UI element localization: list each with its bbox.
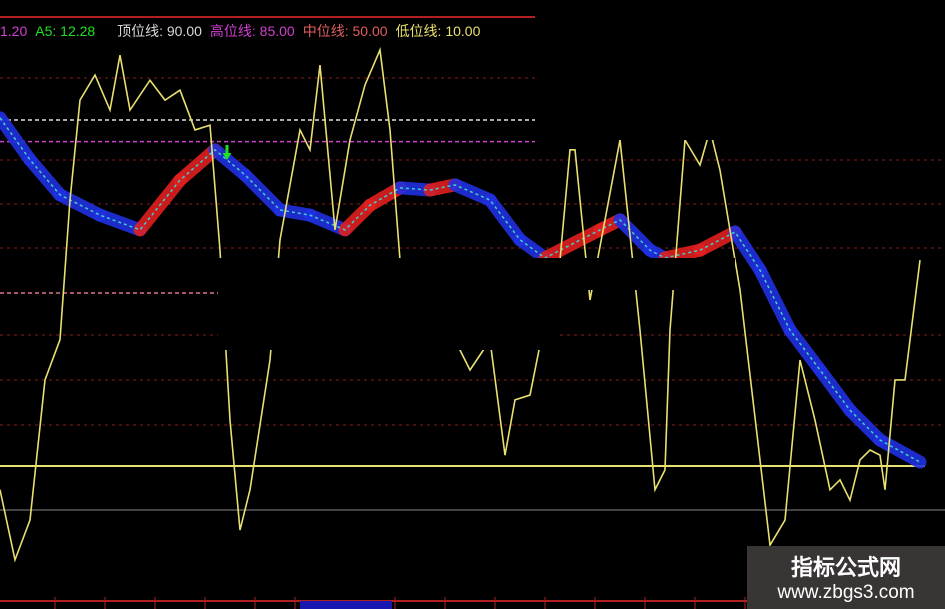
band-segment xyxy=(753,263,797,337)
indicator-legend: 1.20 A5: 12.28 顶位线: 90.00 高位线: 85.00 中位线: 5… xyxy=(0,21,488,41)
legend-high-line: 高位线: 85.00 xyxy=(209,23,295,39)
legend-a4: 1.20 xyxy=(0,23,28,39)
watermark-title: 指标公式网 xyxy=(790,556,901,581)
legend-top-line: 顶位线: 90.00 xyxy=(117,23,202,39)
band-segment xyxy=(813,363,857,417)
blank-region xyxy=(535,0,945,140)
indicator-chart xyxy=(0,0,945,609)
watermark-url: www.zbgs3.com xyxy=(777,582,915,603)
band-segment xyxy=(483,193,527,247)
date-cursor-label xyxy=(300,601,392,609)
legend-mid-line: 中位线: 50.00 xyxy=(302,23,388,39)
blank-region xyxy=(218,258,560,350)
blank-region xyxy=(540,258,735,290)
legend-a5: A5: 12.28 xyxy=(35,23,96,39)
band-segment xyxy=(238,168,287,217)
legend-low-line: 低位线: 10.00 xyxy=(395,23,481,39)
watermark: 指标公式网 www.zbgs3.com xyxy=(747,546,945,609)
